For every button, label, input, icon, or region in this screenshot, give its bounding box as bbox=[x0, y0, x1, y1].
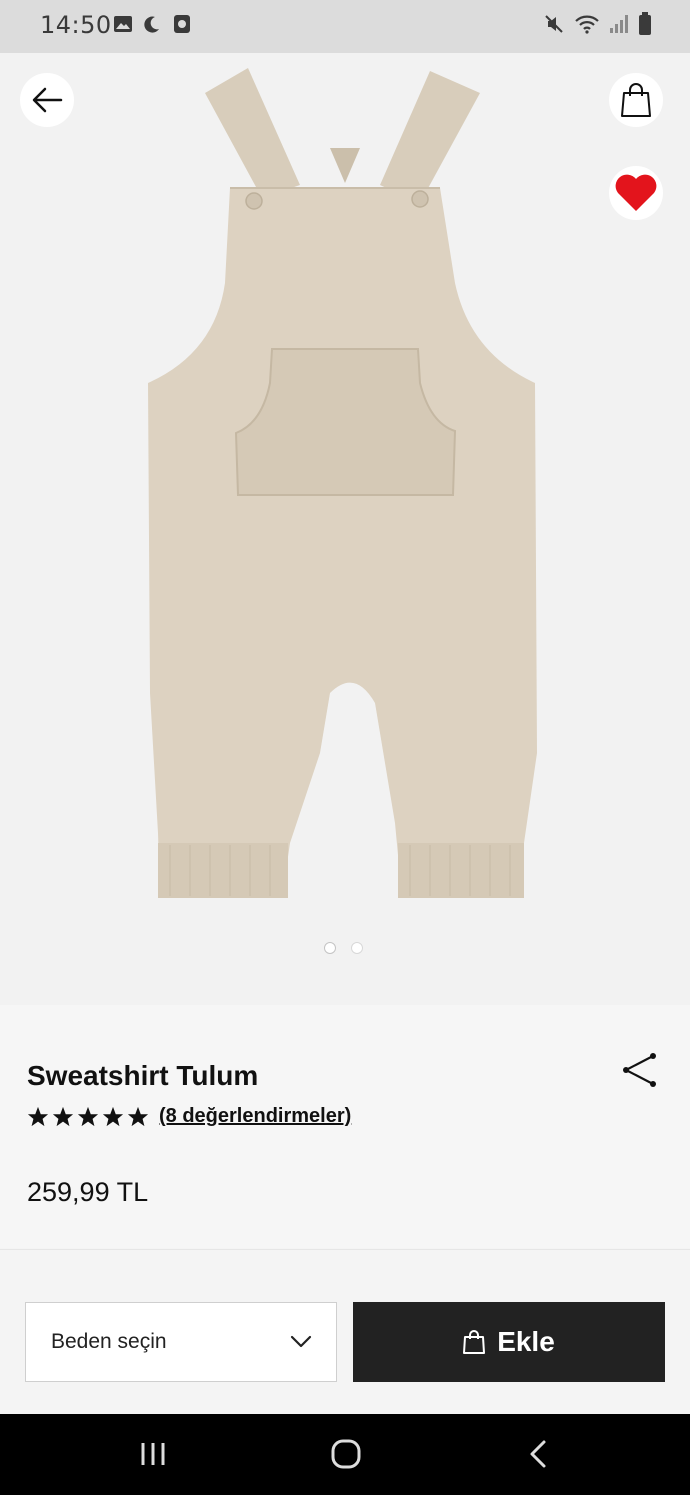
chevron-down-icon bbox=[290, 1335, 312, 1348]
moon-icon bbox=[142, 14, 162, 38]
wifi-icon bbox=[574, 13, 600, 39]
product-price: 259,99 TL bbox=[27, 1177, 149, 1207]
rating-stars bbox=[27, 1106, 149, 1128]
product-title: Sweatshirt Tulum bbox=[27, 1060, 259, 1091]
size-select-label: Beden seçin bbox=[51, 1330, 167, 1353]
chevron-left-icon bbox=[530, 1440, 546, 1468]
status-time: 14:50 bbox=[40, 11, 112, 39]
share-button[interactable] bbox=[620, 1050, 660, 1094]
image-page-indicator bbox=[324, 942, 363, 954]
cart-button[interactable] bbox=[609, 73, 663, 127]
share-icon bbox=[623, 1053, 656, 1087]
signal-icon bbox=[609, 13, 629, 39]
heart-icon bbox=[615, 174, 657, 211]
status-bar: 14:50 bbox=[0, 0, 690, 53]
shopping-bag-icon bbox=[621, 83, 651, 117]
back-button[interactable] bbox=[20, 73, 74, 127]
app-notification-icon bbox=[172, 14, 192, 38]
mute-icon bbox=[543, 13, 565, 39]
system-navigation-bar bbox=[0, 1414, 690, 1495]
page-dot-active[interactable] bbox=[324, 942, 336, 954]
star-icon bbox=[77, 1106, 99, 1126]
page-dot[interactable] bbox=[351, 942, 363, 954]
shopping-bag-icon bbox=[463, 1330, 486, 1354]
product-info: Sweatshirt Tulum (8 değerlendirmeler) 25… bbox=[0, 1005, 690, 1248]
home-icon bbox=[331, 1439, 361, 1469]
battery-icon bbox=[638, 12, 652, 40]
size-select[interactable]: Beden seçin bbox=[25, 1302, 337, 1382]
product-image-area[interactable] bbox=[0, 53, 690, 1005]
add-to-bag-button[interactable]: Ekle bbox=[353, 1302, 665, 1382]
rating: (8 değerlendirmeler) bbox=[27, 1105, 351, 1128]
star-icon bbox=[52, 1106, 74, 1126]
system-back-button[interactable] bbox=[526, 1438, 550, 1474]
recent-apps-button[interactable] bbox=[138, 1438, 168, 1474]
add-to-bag-label: Ekle bbox=[497, 1326, 555, 1357]
star-icon bbox=[27, 1106, 49, 1126]
favorite-button[interactable] bbox=[609, 166, 663, 220]
star-icon bbox=[102, 1106, 124, 1126]
image-icon bbox=[113, 14, 133, 38]
star-icon bbox=[127, 1106, 149, 1126]
purchase-bar: Beden seçin Ekle bbox=[0, 1249, 690, 1414]
home-button[interactable] bbox=[330, 1438, 362, 1474]
recent-apps-icon bbox=[141, 1443, 165, 1465]
arrow-left-icon bbox=[32, 87, 63, 113]
reviews-link[interactable]: (8 değerlendirmeler) bbox=[159, 1105, 351, 1128]
product-image bbox=[148, 68, 537, 898]
